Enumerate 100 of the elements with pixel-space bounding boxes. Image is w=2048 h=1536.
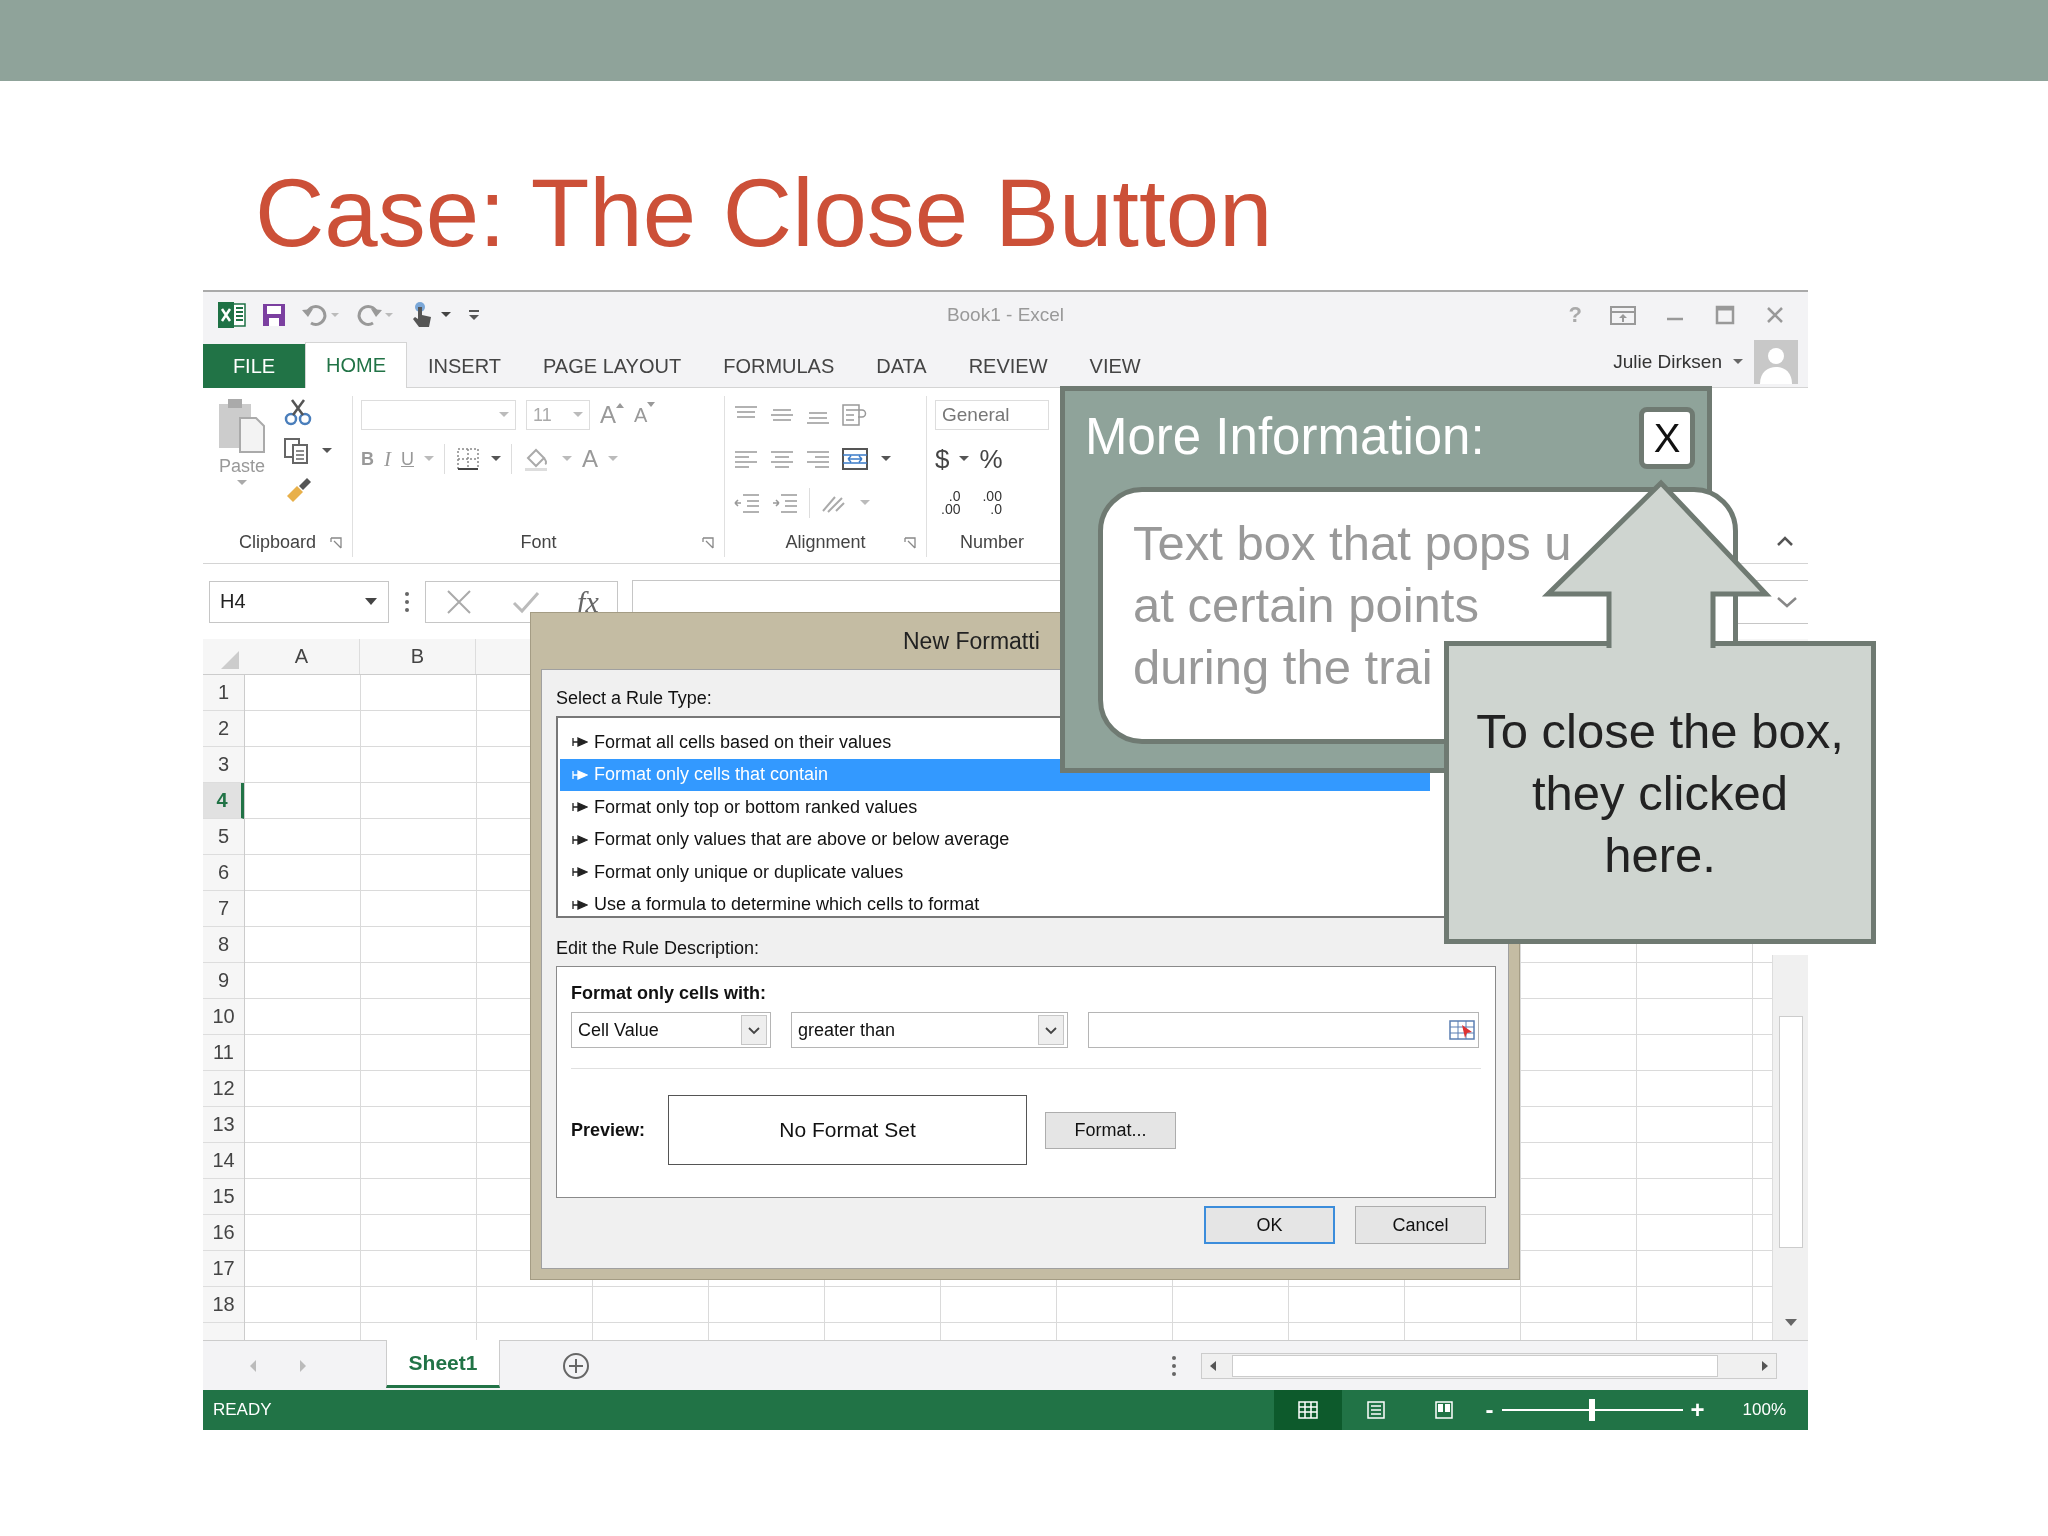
ribbon-tab[interactable]: HOME <box>305 342 407 388</box>
font-name-field[interactable] <box>361 400 516 430</box>
caret-icon[interactable] <box>959 455 970 463</box>
range-select-icon[interactable] <box>1448 1018 1476 1042</box>
group-label: Clipboard <box>238 531 316 553</box>
save-icon[interactable] <box>261 301 287 328</box>
rule-type-item[interactable]: Format only top or bottom ranked values <box>560 791 1430 824</box>
previous-sheet-icon[interactable] <box>248 1358 258 1373</box>
row-header[interactable]: 14 <box>203 1143 244 1179</box>
collapse-ribbon-icon[interactable] <box>1776 535 1794 547</box>
zoom-level[interactable]: 100% <box>1742 1400 1786 1420</box>
ribbon-tab[interactable]: DATA <box>855 344 948 388</box>
chevron-down-icon[interactable] <box>1045 1025 1057 1035</box>
decrease-indent-icon[interactable] <box>733 492 761 514</box>
preview-box: No Format Set <box>668 1095 1027 1165</box>
ribbon-tab[interactable]: PAGE LAYOUT <box>522 344 703 388</box>
sheet-tab[interactable]: Sheet1 <box>386 1340 500 1388</box>
subject-dropdown[interactable]: Cell Value <box>571 1012 771 1048</box>
ok-button[interactable]: OK <box>1204 1206 1335 1244</box>
copy-icon[interactable] <box>283 437 311 465</box>
row-header[interactable]: 1 <box>203 675 244 711</box>
caret-icon[interactable] <box>364 596 378 607</box>
caret-icon[interactable] <box>881 455 891 463</box>
align-center-icon[interactable] <box>769 448 795 470</box>
row-header[interactable]: 4 <box>203 783 244 819</box>
cancel-button[interactable]: Cancel <box>1355 1206 1486 1244</box>
bullet-arrow-icon <box>572 769 588 780</box>
merge-cells-icon[interactable] <box>841 447 871 471</box>
popup-text: during the trai <box>1133 639 1433 696</box>
zoom-out-button[interactable]: - <box>1485 1396 1494 1424</box>
close-button[interactable]: X <box>1639 407 1695 469</box>
name-box[interactable]: H4 <box>209 580 389 623</box>
wrap-text-icon[interactable] <box>841 403 869 427</box>
avatar-icon[interactable] <box>1754 340 1798 384</box>
dialog-launcher-icon[interactable] <box>330 537 342 549</box>
vertical-scrollbar[interactable] <box>1772 955 1808 1340</box>
rule-type-item[interactable]: Format only values that are above or below average <box>560 823 1430 856</box>
horizontal-scrollbar[interactable] <box>1201 1352 1777 1379</box>
ribbon-tab[interactable]: REVIEW <box>947 344 1069 388</box>
maximize-icon[interactable] <box>1714 303 1736 326</box>
row-header[interactable]: 6 <box>203 855 244 891</box>
add-sheet-icon[interactable] <box>562 1351 590 1380</box>
view-button[interactable] <box>1273 1390 1342 1430</box>
ribbon-tab[interactable]: FILE <box>203 344 305 388</box>
more-options-icon[interactable] <box>1171 1354 1177 1377</box>
scroll-down-icon[interactable] <box>1783 1318 1798 1328</box>
next-sheet-icon[interactable] <box>298 1358 308 1373</box>
ribbon-display-icon[interactable] <box>1610 303 1636 326</box>
row-header[interactable]: 15 <box>203 1179 244 1215</box>
row-header[interactable]: 13 <box>203 1107 244 1143</box>
chevron-down-icon[interactable] <box>748 1025 760 1035</box>
paste-icon[interactable] <box>216 396 268 454</box>
dialog-launcher-icon[interactable] <box>904 537 916 549</box>
ribbon-tab[interactable]: VIEW <box>1068 344 1162 388</box>
page-layout-icon <box>1364 1400 1387 1420</box>
callout-text: To close the box, <box>1476 702 1844 760</box>
row-header[interactable]: 18 <box>203 1287 244 1323</box>
increase-indent-icon[interactable] <box>771 492 799 514</box>
align-right-icon[interactable] <box>805 448 831 470</box>
row-header[interactable]: 7 <box>203 891 244 927</box>
row-header[interactable]: 2 <box>203 711 244 747</box>
column-header[interactable]: A <box>244 639 360 674</box>
expand-formula-bar-icon[interactable] <box>1776 594 1798 609</box>
group-label: Alignment <box>785 531 866 553</box>
value-field[interactable] <box>1088 1012 1479 1048</box>
caret-icon[interactable] <box>321 447 333 455</box>
decimal-button[interactable]: .0 .00 <box>935 490 967 516</box>
format-button[interactable]: Format... <box>1045 1111 1176 1149</box>
row-header[interactable]: 5 <box>203 819 244 855</box>
percent-button[interactable]: % <box>979 443 1003 475</box>
bullet-arrow-icon <box>572 737 588 748</box>
slide-title: Case: The Close Button <box>255 158 1274 268</box>
operator-dropdown[interactable]: greater than <box>791 1012 1068 1048</box>
align-left-icon[interactable] <box>733 448 759 470</box>
caret-icon[interactable] <box>1732 357 1744 367</box>
number-format-field[interactable]: General <box>935 400 1049 430</box>
row-header[interactable]: 8 <box>203 927 244 963</box>
decimal-button[interactable]: .00 .0 <box>976 490 1008 516</box>
more-options-icon[interactable] <box>403 590 411 613</box>
rule-type-item[interactable]: Use a formula to determine which cells to format <box>560 888 1430 921</box>
user-name[interactable]: Julie Dirksen <box>1613 351 1722 373</box>
dialog-launcher-icon[interactable] <box>702 537 714 549</box>
borders-icon[interactable] <box>455 447 481 471</box>
row-header[interactable]: 10 <box>203 999 244 1035</box>
bullet-arrow-icon <box>572 867 588 878</box>
caret-icon[interactable] <box>491 455 501 463</box>
row-header[interactable]: 9 <box>203 963 244 999</box>
scissors-icon[interactable] <box>283 398 313 426</box>
rule-type-item[interactable]: Format only unique or duplicate values <box>560 856 1430 889</box>
row-header[interactable]: 17 <box>203 1251 244 1287</box>
ribbon-tab[interactable]: FORMULAS <box>702 344 856 388</box>
bullet-arrow-icon <box>572 834 588 845</box>
currency-button[interactable]: $ <box>935 443 950 475</box>
row-header[interactable]: 12 <box>203 1071 244 1107</box>
column-header[interactable]: B <box>360 639 476 674</box>
callout-text: they clicked <box>1532 764 1788 822</box>
ribbon-tab[interactable]: INSERT <box>407 344 522 388</box>
row-header[interactable]: 11 <box>203 1035 244 1071</box>
row-header[interactable]: 16 <box>203 1215 244 1251</box>
zoom-in-button[interactable]: + <box>1690 1396 1705 1424</box>
